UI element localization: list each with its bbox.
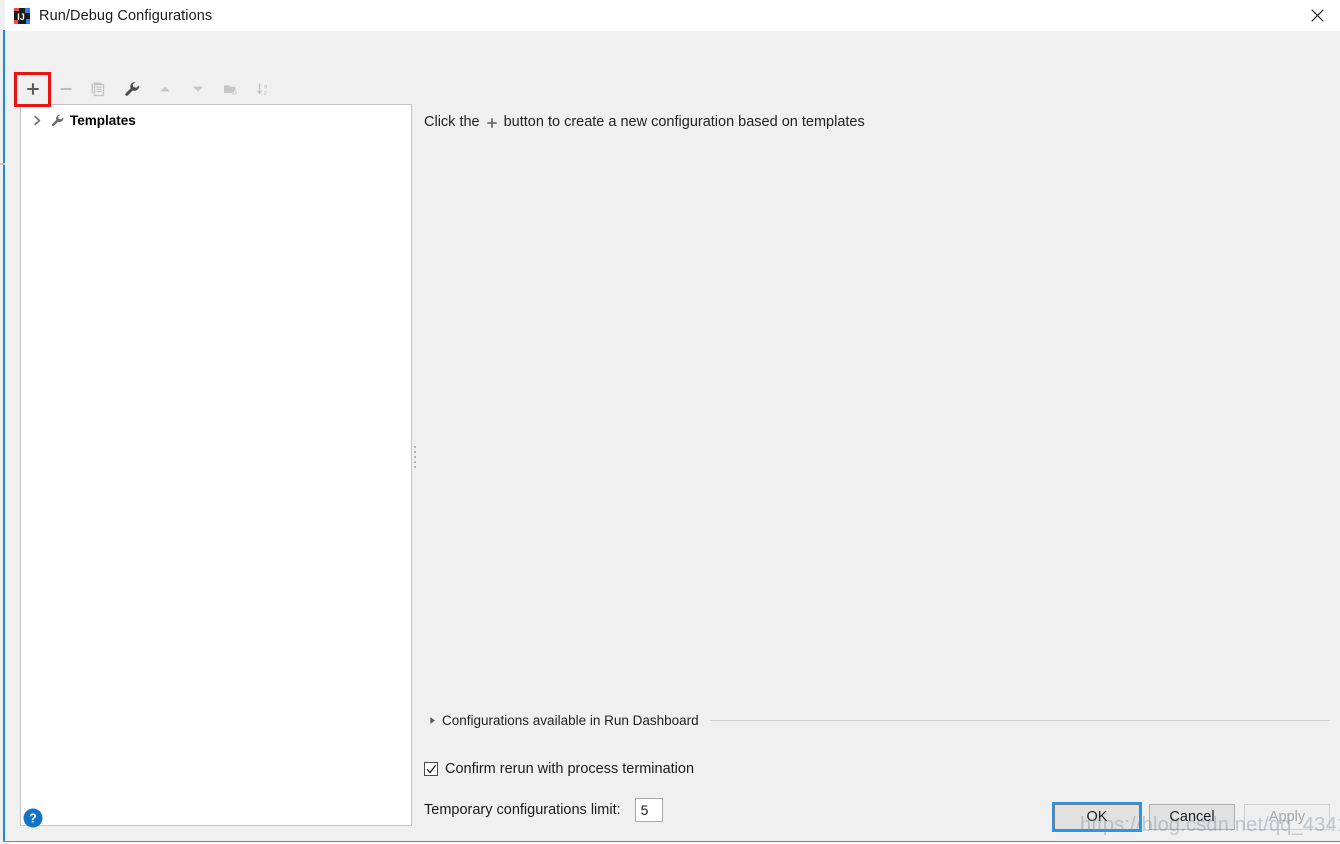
- confirm-rerun-label: Confirm rerun with process termination: [445, 761, 695, 777]
- remove-configuration-button[interactable]: [49, 74, 82, 105]
- copy-configuration-button[interactable]: [82, 74, 115, 105]
- dialog-button-bar: OK Cancel Apply: [1043, 804, 1330, 830]
- help-button[interactable]: ?: [23, 808, 43, 828]
- temporary-limit-input[interactable]: [634, 798, 663, 822]
- tree-item-templates[interactable]: Templates: [21, 108, 411, 133]
- confirm-rerun-checkbox[interactable]: [424, 762, 438, 776]
- move-up-button[interactable]: [148, 74, 181, 105]
- svg-text:IJ: IJ: [17, 12, 25, 22]
- temporary-limit-label: Temporary configurations limit:: [424, 802, 621, 818]
- configuration-detail-panel: Click the button to create a new configu…: [419, 104, 1332, 822]
- sort-configurations-button[interactable]: a z: [247, 74, 280, 105]
- dialog-title-bar: IJ Run/Debug Configurations: [5, 0, 1340, 31]
- svg-text:z: z: [264, 90, 267, 97]
- cancel-button[interactable]: Cancel: [1149, 804, 1235, 830]
- hint-text-before: Click the: [424, 114, 480, 130]
- section-divider-line: [709, 719, 1330, 721]
- sort-az-icon: a z: [256, 83, 268, 97]
- wrench-icon: [124, 82, 139, 96]
- create-folder-button[interactable]: [214, 74, 247, 105]
- plus-icon: [26, 83, 39, 95]
- copy-icon: [91, 82, 105, 96]
- chevron-right-icon[interactable]: [27, 115, 47, 126]
- ok-button[interactable]: OK: [1054, 804, 1140, 830]
- help-glyph: ?: [29, 812, 37, 826]
- folder-add-icon: [224, 84, 237, 95]
- arrow-up-icon: [159, 86, 170, 92]
- configurations-toolbar: a z: [14, 71, 280, 107]
- temporary-limit-row: Temporary configurations limit:: [424, 798, 663, 822]
- edit-templates-button[interactable]: [115, 74, 148, 105]
- run-debug-configurations-dialog: IJ Run/Debug Configurations a z Template…: [5, 0, 1340, 841]
- tree-item-label: Templates: [70, 113, 136, 128]
- configurations-tree-panel[interactable]: Templates: [20, 104, 412, 826]
- dialog-body: a z Templates Click the button to create…: [5, 31, 1340, 841]
- move-down-button[interactable]: [181, 74, 214, 105]
- empty-state-hint: Click the button to create a new configu…: [424, 114, 865, 130]
- confirm-rerun-checkbox-row[interactable]: Confirm rerun with process termination: [424, 761, 694, 777]
- minus-icon: [60, 87, 71, 91]
- apply-button[interactable]: Apply: [1244, 804, 1330, 830]
- triangle-right-icon[interactable]: [424, 716, 440, 725]
- checkmark-icon: [426, 764, 437, 774]
- dialog-title: Run/Debug Configurations: [39, 7, 213, 24]
- intellij-idea-icon: IJ: [14, 7, 30, 24]
- close-icon[interactable]: [1294, 0, 1340, 31]
- run-dashboard-section-label: Configurations available in Run Dashboar…: [442, 712, 699, 728]
- add-configuration-button[interactable]: [14, 71, 51, 107]
- wrench-icon: [47, 113, 67, 128]
- splitter-grip: [414, 446, 418, 468]
- arrow-down-icon: [192, 86, 203, 92]
- plus-icon: [485, 116, 499, 130]
- run-dashboard-section-header[interactable]: Configurations available in Run Dashboar…: [424, 711, 1332, 729]
- hint-text-after: button to create a new configuration bas…: [503, 114, 865, 130]
